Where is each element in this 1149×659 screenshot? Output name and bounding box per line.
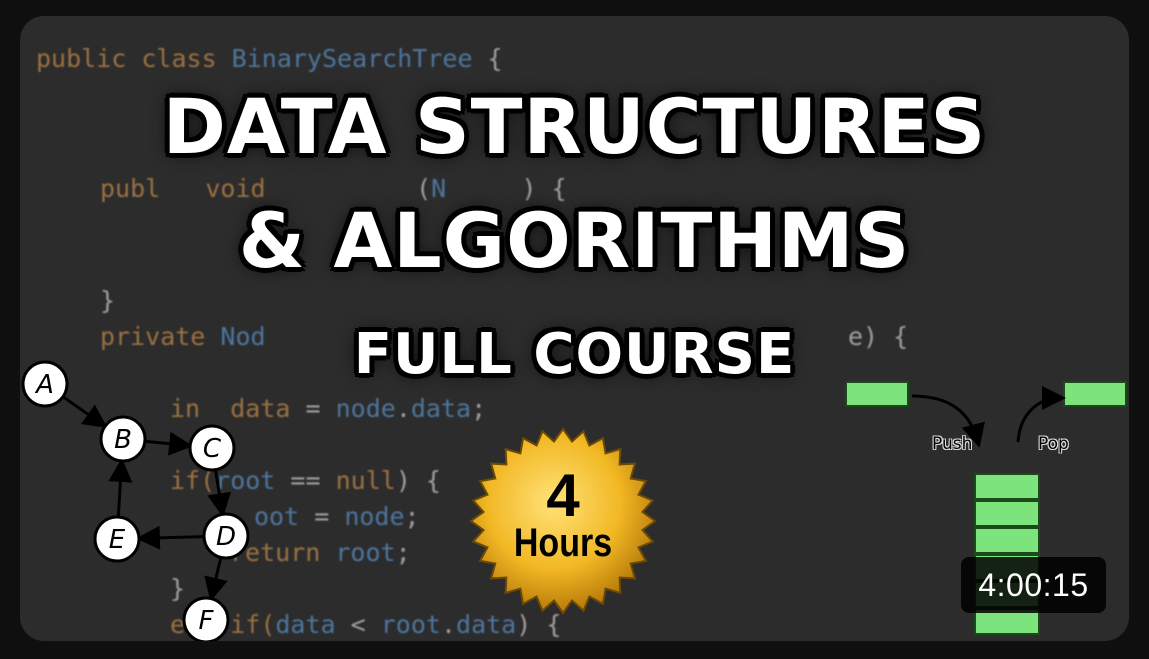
stack-cell [974, 500, 1040, 527]
svg-text:E: E [109, 525, 126, 555]
svg-text:F: F [199, 606, 215, 636]
video-duration-badge: 4:00:15 [961, 557, 1106, 613]
graph-node: E [93, 515, 141, 563]
svg-text:D: D [216, 522, 236, 552]
code-line: public class BinarySearchTree { [36, 44, 503, 73]
stack-cell [974, 473, 1040, 500]
graph-edge [135, 525, 205, 550]
video-thumbnail[interactable]: public class BinarySearchTree {publ void… [20, 16, 1129, 641]
graph-illustration: A B C D E F [21, 360, 250, 641]
graph-edge [144, 431, 194, 456]
badge-label: Hours [513, 521, 613, 565]
svg-text:A: A [34, 370, 54, 400]
graph-edge [108, 457, 133, 518]
graph-edge [62, 395, 108, 429]
graph-edge [204, 557, 228, 602]
graph-edge [207, 469, 232, 518]
pop-label: Pop [1038, 434, 1069, 454]
push-label: Push [932, 434, 973, 454]
push-block [845, 381, 909, 407]
graph-node: F [182, 596, 230, 641]
stack-cell [974, 527, 1040, 554]
pop-block [1063, 381, 1127, 407]
svg-text:C: C [203, 434, 222, 464]
code-line: } [100, 286, 116, 315]
graph-node: A [21, 360, 69, 408]
graph-node: B [99, 415, 147, 463]
graph-node: C [188, 424, 236, 472]
graph-node: D [202, 512, 250, 560]
headline-line-1: DATA STRUCTURES [162, 82, 987, 171]
headline-line-2: & ALGORITHMS [238, 196, 911, 285]
badge-number: 4 [546, 462, 580, 529]
svg-text:B: B [114, 425, 132, 455]
